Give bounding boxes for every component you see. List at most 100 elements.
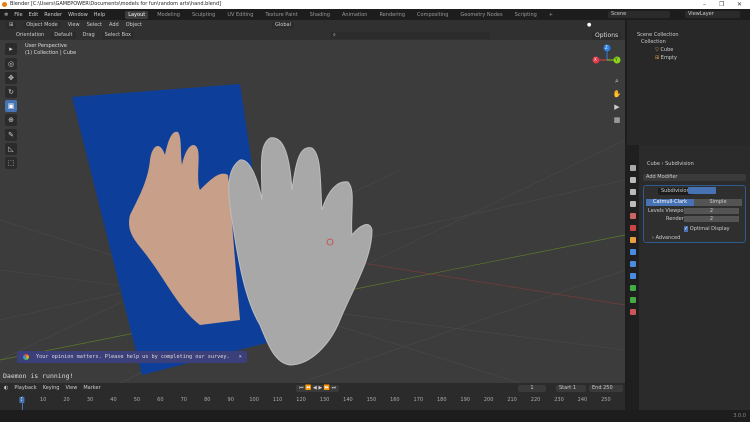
tool-tab-icon[interactable]	[630, 165, 636, 171]
cursor-tool[interactable]: ◎	[5, 58, 17, 70]
tab-animation[interactable]: Animation	[339, 11, 371, 19]
tab-layout[interactable]: Layout	[125, 10, 149, 19]
menu-keying[interactable]: Keying	[43, 385, 60, 391]
shading-solid-icon[interactable]: ●	[587, 22, 591, 28]
timeline[interactable]: ◐ Playback Keying View Marker ⏮ ⏪ ◀ ▶ ⏩ …	[0, 383, 625, 410]
menu-view[interactable]: View	[65, 385, 77, 391]
survey-notification[interactable]: Your opinion matters. Please help us by …	[17, 351, 247, 363]
close-button[interactable]: ✕	[737, 0, 742, 9]
measure-tool[interactable]: ◺	[5, 143, 17, 155]
catmull-clark-option[interactable]: Catmull-Clark	[646, 199, 694, 206]
outliner-empty[interactable]: ⊞ Empty	[627, 54, 750, 62]
orientation-select[interactable]: Default	[51, 31, 76, 39]
menu-select[interactable]: Select	[87, 22, 102, 28]
scene-tab-icon[interactable]	[630, 213, 636, 219]
view-layer-selector[interactable]: ViewLayer	[685, 11, 740, 18]
add-cube-tool[interactable]: ⬚	[5, 157, 17, 169]
tab-geometry-nodes[interactable]: Geometry Nodes	[457, 11, 505, 19]
tab-uv-editing[interactable]: UV Editing	[224, 11, 256, 19]
playhead[interactable]	[22, 396, 23, 410]
world-tab-icon[interactable]	[630, 225, 636, 231]
menu-help[interactable]: Help	[94, 12, 105, 18]
physics-tab-icon[interactable]	[630, 273, 636, 279]
viewport-header: ⊞ Object Mode View Select Add Object Glo…	[0, 20, 625, 30]
tool-settings: Orientation Default Drag Select Box ⌕	[0, 30, 625, 40]
3d-viewport[interactable]: ⊞ Object Mode View Select Add Object Glo…	[0, 20, 625, 383]
render-tab-icon[interactable]	[630, 177, 636, 183]
timeline-editor-icon[interactable]: ◐	[4, 385, 8, 391]
data-tab-icon[interactable]	[630, 297, 636, 303]
current-frame-field[interactable]: 1	[518, 385, 546, 392]
search-input[interactable]: ⌕	[330, 31, 490, 39]
tab-modeling[interactable]: Modeling	[154, 11, 183, 19]
frame-tick: 170	[413, 397, 424, 403]
zoom-icon[interactable]: ⌕	[612, 75, 622, 88]
frame-tick: 160	[390, 397, 400, 403]
menu-view[interactable]: View	[68, 22, 80, 28]
tab-compositing[interactable]: Compositing	[414, 11, 451, 19]
tab-rendering[interactable]: Rendering	[376, 11, 408, 19]
camera-view-icon[interactable]: ▶	[612, 101, 622, 114]
levels-viewport-label: Levels Viewport	[648, 208, 688, 214]
menu-playback[interactable]: Playback	[14, 385, 36, 391]
maximize-button[interactable]: ❐	[719, 0, 724, 9]
advanced-section[interactable]: › Advanced	[652, 235, 680, 241]
end-frame-field[interactable]: End 250	[589, 385, 623, 392]
drag-select[interactable]: Select Box	[101, 31, 134, 39]
minimize-button[interactable]: –	[703, 0, 706, 9]
object-tab-icon[interactable]	[630, 237, 636, 243]
blender-menu-icon[interactable]: ✲	[4, 12, 8, 18]
mode-selector[interactable]: Object Mode	[23, 21, 61, 29]
modifier-visibility-toggles[interactable]	[688, 187, 716, 194]
add-workspace-button[interactable]: +	[546, 11, 556, 19]
simple-option[interactable]: Simple	[694, 199, 742, 206]
window-title: Blender [C:\Users\GAMEPOWER\Documents\mo…	[10, 1, 222, 7]
perspective-toggle-icon[interactable]: ▦	[612, 114, 622, 127]
modifier-tab-icon[interactable]	[630, 249, 636, 255]
frame-tick: 110	[272, 397, 283, 403]
menu-render[interactable]: Render	[44, 12, 62, 18]
levels-viewport-field[interactable]: 2	[684, 208, 739, 214]
editor-type-icon[interactable]: ⊞	[6, 21, 17, 29]
tab-shading[interactable]: Shading	[307, 11, 333, 19]
frame-tick: 180	[436, 397, 447, 403]
scale-tool[interactable]: ▣	[5, 100, 17, 112]
status-bar: 3.0.0	[0, 410, 750, 422]
select-tool[interactable]: ▸	[5, 43, 17, 55]
menu-add[interactable]: Add	[109, 22, 119, 28]
playback-controls[interactable]: ⏮ ⏪ ◀ ▶ ⏩ ⏭	[296, 385, 340, 392]
start-frame-field[interactable]: Start 1	[556, 385, 586, 392]
constraints-tab-icon[interactable]	[630, 285, 636, 291]
outliner-collection[interactable]: Collection	[627, 38, 750, 46]
move-tool[interactable]: ✥	[5, 72, 17, 84]
blender-logo-icon	[2, 2, 7, 7]
menu-file[interactable]: File	[14, 12, 22, 18]
outliner-cube[interactable]: ▽ Cube	[627, 46, 750, 54]
optimal-display-checkbox[interactable]: ✓ Optimal Display	[684, 226, 730, 232]
rotate-tool[interactable]: ↻	[5, 86, 17, 98]
tab-sculpting[interactable]: Sculpting	[189, 11, 218, 19]
menu-object[interactable]: Object	[126, 22, 142, 28]
scene-selector[interactable]: Scene	[608, 11, 670, 18]
menu-window[interactable]: Window	[68, 12, 88, 18]
view-layer-tab-icon[interactable]	[630, 201, 636, 207]
menu-marker[interactable]: Marker	[83, 385, 100, 391]
tab-texture-paint[interactable]: Texture Paint	[262, 11, 300, 19]
frame-tick: 140	[343, 397, 353, 403]
output-tab-icon[interactable]	[630, 189, 636, 195]
pan-hand-icon[interactable]: ✋	[612, 88, 622, 101]
transform-tool[interactable]: ⊕	[5, 114, 17, 126]
frame-tick: 220	[530, 397, 541, 403]
close-notification-button[interactable]: ×	[239, 354, 242, 360]
particles-tab-icon[interactable]	[630, 261, 636, 267]
top-bar: ✲ File Edit Render Window Help Layout Mo…	[0, 9, 750, 20]
transform-orientation[interactable]: Global	[272, 21, 294, 29]
render-levels-field[interactable]: 2	[684, 216, 739, 222]
tab-scripting[interactable]: Scripting	[512, 11, 540, 19]
options-button[interactable]: Options	[592, 32, 622, 40]
title-bar: Blender [C:\Users\GAMEPOWER\Documents\mo…	[0, 0, 750, 9]
add-modifier-button[interactable]: Add Modifier	[643, 174, 746, 181]
material-tab-icon[interactable]	[630, 309, 636, 315]
annotate-tool[interactable]: ✎	[5, 129, 17, 141]
menu-edit[interactable]: Edit	[29, 12, 39, 18]
